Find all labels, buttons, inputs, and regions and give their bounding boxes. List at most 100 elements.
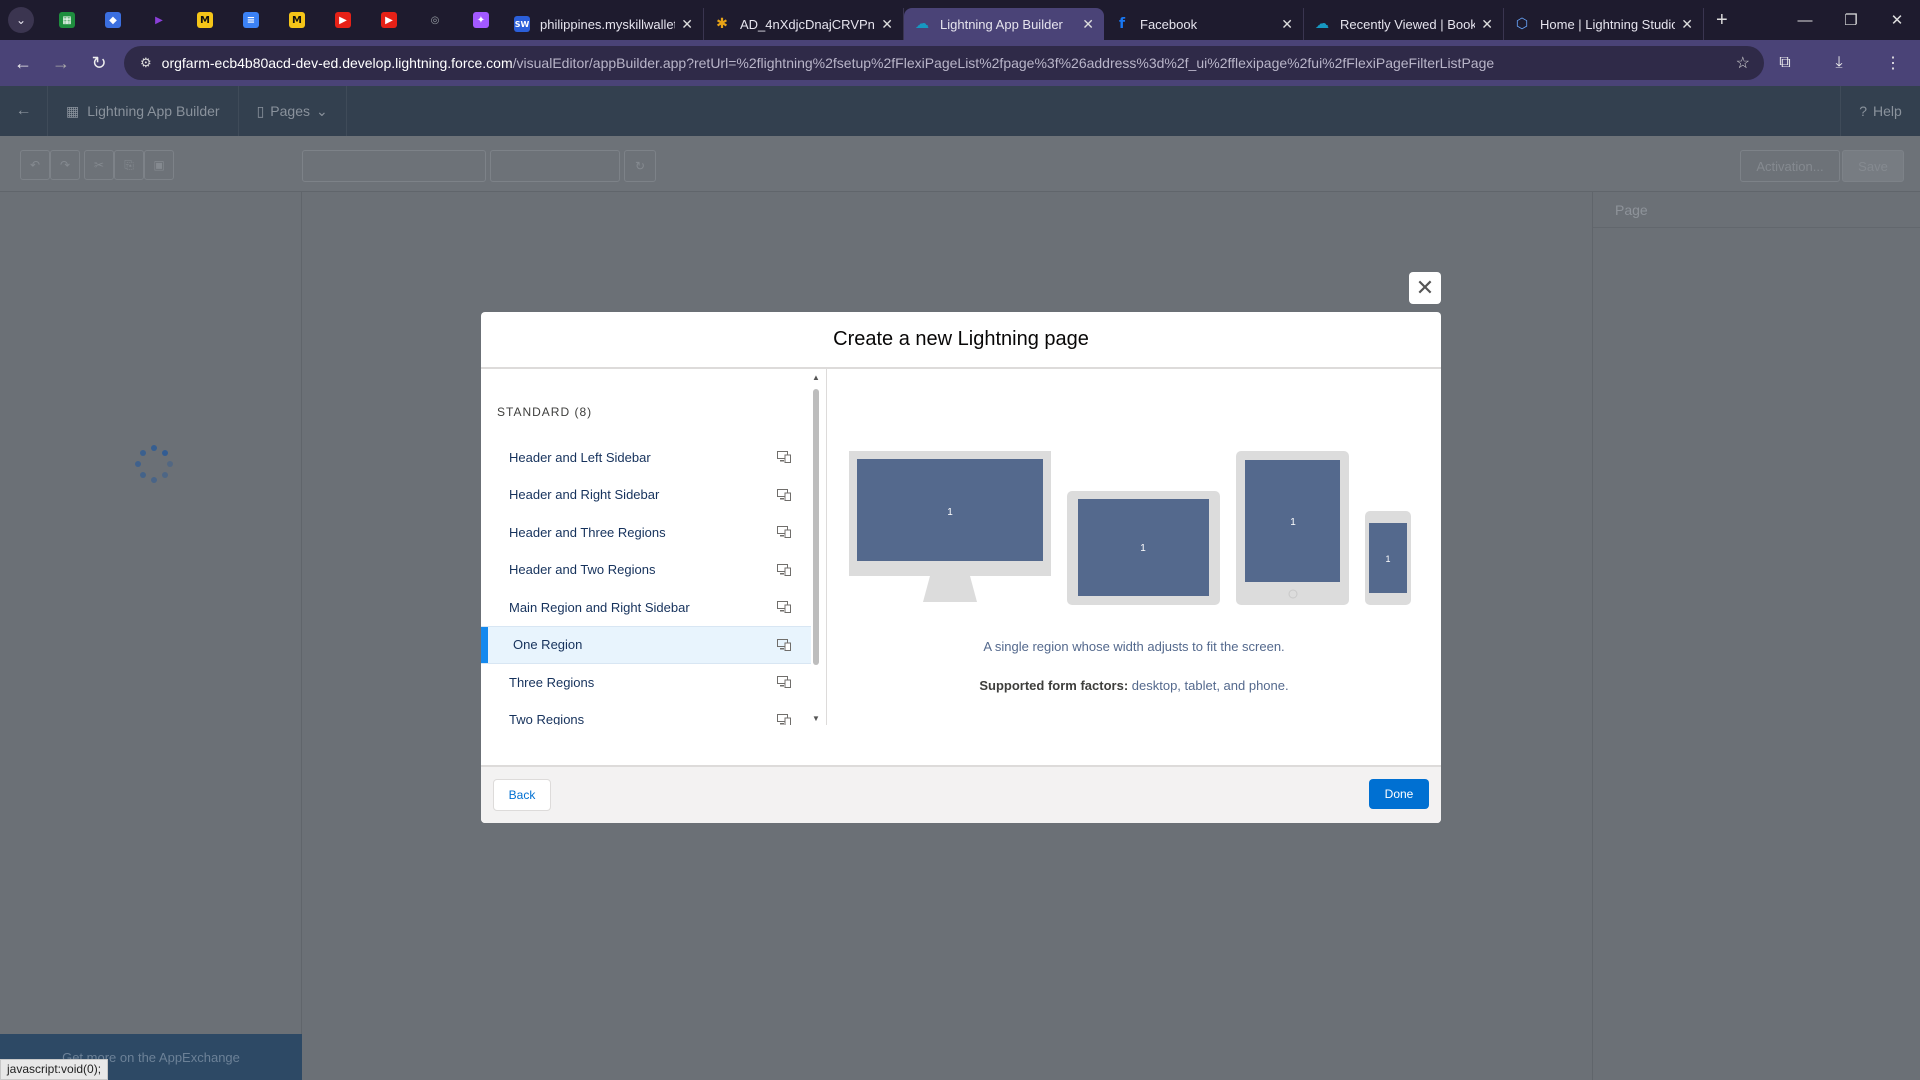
paste-icon[interactable]: ▣: [144, 150, 174, 180]
copy-icon[interactable]: ⎘: [114, 150, 144, 180]
forward-arrow-icon[interactable]: →: [46, 48, 76, 78]
form-factor-illustration: 1 1 1 1: [849, 451, 1411, 605]
template-item[interactable]: Header and Three Regions: [481, 513, 811, 551]
pinned-tab[interactable]: ✦: [458, 0, 504, 40]
tab-title: philippines.myskillwallet: [540, 16, 676, 32]
play-icon: ▶: [155, 14, 163, 26]
redo-icon[interactable]: ↷: [50, 150, 80, 180]
properties-panel: Page: [1592, 192, 1920, 1080]
spinner-dot: [135, 461, 141, 467]
activation-button[interactable]: Activation...: [1740, 150, 1840, 182]
pinned-tab[interactable]: ≡: [228, 0, 274, 40]
spinner-dot: [139, 449, 146, 456]
scroll-up-icon[interactable]: ▲: [812, 373, 820, 382]
pinned-tab[interactable]: ▦: [44, 0, 90, 40]
miro-icon: M: [289, 12, 305, 28]
template-item[interactable]: Two Regions: [481, 701, 811, 725]
page-icon: ▯: [256, 102, 265, 119]
browser-actions: ⧉ ⤓ ⋮: [1758, 40, 1920, 86]
sheets-icon: ▦: [59, 12, 75, 28]
download-icon[interactable]: ⤓: [1812, 54, 1866, 72]
pinned-tab[interactable]: ◎: [412, 0, 458, 40]
tablet-portrait-illustration: 1: [1236, 451, 1349, 605]
template-item[interactable]: Header and Two Regions: [481, 551, 811, 589]
form-factors-icon: [777, 488, 791, 501]
template-item[interactable]: One Region: [481, 625, 811, 664]
spinner-dot: [151, 477, 157, 483]
template-list: STANDARD (8) Header and Left Sidebar Head…: [481, 369, 811, 725]
browser-tab[interactable]: ✱ AD_4nXdjcDnajCRVPncp ✕: [704, 8, 904, 40]
pinned-tab[interactable]: M: [182, 0, 228, 40]
site-info-icon[interactable]: ⚙: [140, 55, 152, 71]
form-factor-select[interactable]: [302, 150, 486, 182]
template-item[interactable]: Header and Left Sidebar: [481, 438, 811, 476]
section-title: STANDARD (8): [497, 405, 593, 419]
template-item[interactable]: Main Region and Right Sidebar: [481, 588, 811, 626]
url-path: /visualEditor/appBuilder.app?retUrl=%2fl…: [512, 55, 1495, 71]
scroll-down-icon[interactable]: ▼: [812, 714, 820, 723]
browser-tab[interactable]: ☁ Recently Viewed | Bookin ✕: [1304, 8, 1504, 40]
tab-favicon-icon: SW: [514, 16, 530, 32]
tab-favicon-icon: f: [1118, 16, 1126, 32]
back-arrow-icon[interactable]: ←: [8, 48, 38, 78]
tab-favicon-icon: ☁: [915, 16, 929, 32]
extensions-icon[interactable]: ⧉: [1758, 54, 1812, 72]
status-bar-url: javascript:void(0);: [0, 1059, 109, 1080]
tab-close-icon[interactable]: ✕: [1281, 16, 1293, 33]
record-select[interactable]: [490, 150, 620, 182]
tab-close-icon[interactable]: ✕: [681, 16, 693, 33]
template-label: Header and Right Sidebar: [509, 487, 660, 502]
tab-search-chevron-icon[interactable]: ⌄: [8, 7, 34, 33]
spinner-dot: [139, 472, 146, 479]
undo-icon[interactable]: ↶: [20, 150, 50, 180]
pinned-tab[interactable]: ▶: [366, 0, 412, 40]
tab-close-icon[interactable]: ✕: [1681, 16, 1693, 33]
loading-spinner-icon: [132, 442, 176, 486]
modal-close-icon[interactable]: ✕: [1409, 272, 1441, 304]
tab-close-icon[interactable]: ✕: [1481, 16, 1493, 33]
browser-tab[interactable]: ☁ Lightning App Builder ✕: [904, 8, 1104, 40]
template-label: One Region: [513, 637, 583, 652]
app-back-arrow-icon[interactable]: ←: [0, 86, 48, 136]
list-scrollbar[interactable]: ▲ ▼: [811, 369, 821, 725]
form-factors-icon: [777, 451, 791, 463]
miro-icon: M: [197, 12, 213, 28]
pinned-tab[interactable]: ◆: [90, 0, 136, 40]
done-button[interactable]: Done: [1369, 779, 1429, 809]
tab-close-icon[interactable]: ✕: [1082, 16, 1094, 33]
pinned-tab[interactable]: ▶: [320, 0, 366, 40]
url-input[interactable]: ⚙ orgfarm-ecb4b80acd-dev-ed.develop.ligh…: [124, 46, 1764, 80]
bookmark-star-icon[interactable]: ☆: [1736, 53, 1750, 73]
browser-tab[interactable]: ⬡ Home | Lightning Studio ✕: [1504, 8, 1704, 40]
back-button[interactable]: Back: [493, 779, 551, 811]
youtube-icon: ▶: [381, 12, 397, 28]
minimize-icon[interactable]: —: [1782, 0, 1828, 40]
template-item[interactable]: Header and Right Sidebar: [481, 476, 811, 514]
pinned-tab[interactable]: ▶: [136, 0, 182, 40]
refresh-icon[interactable]: ↻: [624, 150, 656, 182]
template-item[interactable]: Three Regions: [481, 663, 811, 701]
save-button[interactable]: Save: [1842, 150, 1904, 182]
browser-tab[interactable]: SW philippines.myskillwallet ✕: [504, 8, 704, 40]
tablet-portrait-region-label: 1: [1290, 517, 1296, 528]
shield-icon: ◆: [105, 12, 121, 28]
tab-favicon-icon: ☁: [1315, 16, 1329, 32]
reload-icon[interactable]: ↻: [84, 48, 114, 78]
browser-tab[interactable]: f Facebook ✕: [1104, 8, 1304, 40]
browser-menu-icon[interactable]: ⋮: [1866, 53, 1920, 73]
phone-region-label: 1: [1385, 554, 1390, 564]
tab-close-icon[interactable]: ✕: [881, 16, 893, 33]
pages-menu[interactable]: ▯ Pages ⌄: [239, 86, 347, 136]
components-panel: [0, 192, 302, 1080]
pinned-tab[interactable]: M: [274, 0, 320, 40]
close-window-icon[interactable]: ✕: [1874, 0, 1920, 40]
spinner-dot: [162, 472, 169, 479]
cut-icon[interactable]: ✂: [84, 150, 114, 180]
new-tab-plus-icon[interactable]: +: [1716, 9, 1728, 32]
restore-icon[interactable]: ❐: [1828, 0, 1874, 40]
help-link[interactable]: ? Help: [1840, 86, 1920, 136]
scroll-thumb[interactable]: [813, 389, 819, 665]
desktop-illustration: 1: [849, 451, 1051, 602]
help-icon: ?: [1859, 103, 1867, 119]
figma-icon: ✦: [473, 12, 489, 28]
